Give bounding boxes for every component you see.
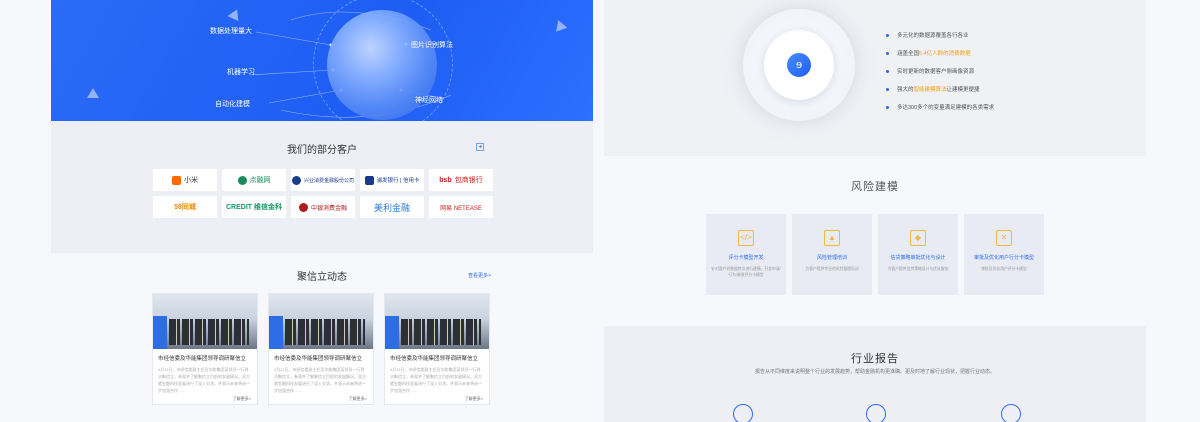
tools-icon: ✕	[996, 230, 1012, 246]
client-logo-netease: 网易 NETEASE	[429, 196, 493, 218]
triangle-decoration	[87, 88, 99, 98]
feature-item: 多元化的数据源覆盖各行各业	[886, 26, 994, 44]
feature-item: 实时更新的数据客户侧画像资源	[886, 62, 994, 80]
trend-chart-icon[interactable]	[733, 404, 753, 422]
risk-card-desc: 为客户提供信贷策略设计与优化服务	[887, 267, 949, 271]
news-title: 聚信立动态	[297, 272, 347, 283]
clients-title: 我们的部分客户	[287, 145, 357, 156]
nav-arrow-icon[interactable]: ◂	[476, 143, 484, 151]
client-logo-label: 浦发银行 | 信用卡	[376, 178, 420, 184]
right-panel: ɘ 多元化的数据源覆盖各行各业 涵盖全国 5.4亿人群的消费数据 实时更新的数据客…	[604, 0, 1146, 422]
risk-card-desc: 审批及优化用户评分卡模型	[981, 267, 1027, 271]
report-subtitle: 报告从不同维度来说明整个行业的发展趋势，帮助金融机构更准确、更及时地了解行业现状…	[754, 369, 995, 375]
risk-card[interactable]: ✕ 审批及优化用户行分卡模型 审批及优化用户评分卡模型	[964, 214, 1044, 295]
feature-item: 多达300多个的变量满足建模的各类需求	[886, 98, 994, 116]
learn-more-link[interactable]: 了解更多>	[385, 394, 489, 402]
risk-card-title: 审批及优化用户行分卡模型	[973, 255, 1034, 261]
code-icon: </>	[738, 230, 754, 246]
hero-label-neural-network: 神经网络	[415, 97, 443, 104]
brand-logo-icon: ɘ	[787, 53, 811, 77]
hero-label-auto-modeling: 自动化建模	[215, 101, 250, 108]
feature-item: 涵盖全国 5.4亿人群的消费数据	[886, 44, 994, 62]
pie-chart-icon[interactable]	[1001, 404, 1021, 422]
risk-card[interactable]: ◆ 信贷策略审批优化与设计 为客户提供信贷策略设计与优化服务	[878, 214, 958, 295]
client-logo-label: CREDIT 维信金科	[226, 204, 282, 211]
hero-banner: 数据处理量大 机器学习 自动化建模 图片识别算法 神经网络	[51, 0, 593, 121]
news-card-title[interactable]: 市经信委及华能集团领导调研聚信立	[153, 349, 257, 362]
client-logo-label: 网易 NETEASE	[440, 205, 482, 212]
cube-icon: ◆	[910, 230, 926, 246]
news-photo	[385, 294, 489, 349]
risk-card-list: </> 评分卡模型开发 针对客户的数据特点进行建模，开发申请/行为/催收评分卡模…	[706, 214, 1044, 295]
learn-more-link[interactable]: 了解更多>	[153, 394, 257, 402]
news-card-desc: 4月11日，市经信委副主任及华能集团某领导一行到访聚信立，参观并了解聚信立目前的…	[390, 367, 482, 393]
hero-label-data-volume: 数据处理量大	[210, 28, 252, 35]
feature-item: 强大的 智能建模算法 让建模更便捷	[886, 80, 994, 98]
risk-card-desc: 为客户提供专业的风险管理培训	[805, 267, 859, 271]
news-card[interactable]: 市经信委及华能集团领导调研聚信立 4月11日，市经信委副主任及华能集团某领导一行…	[152, 293, 258, 405]
view-more-link[interactable]: 查看更多>	[468, 272, 491, 279]
client-logo-label: 58同城	[174, 204, 196, 211]
risk-card[interactable]: </> 评分卡模型开发 针对客户的数据特点进行建模，开发申请/行为/催收评分卡模…	[706, 214, 786, 295]
news-card[interactable]: 市经信委及华能集团领导调研聚信立 4月11日，市经信委副主任及华能集团某领导一行…	[384, 293, 490, 405]
client-logo-xiaomi: 小米	[153, 169, 217, 191]
risk-card-title: 风险管理培训	[816, 255, 847, 261]
client-logo-grid: 小米 点融网 兴业消费金融股份公司 浦发银行 | 信用卡 bsb 包商银行 58…	[153, 169, 493, 218]
news-card-list: 市经信委及华能集团领导调研聚信立 4月11日，市经信委副主任及华能集团某领导一行…	[152, 293, 490, 405]
boc-logo-icon	[298, 202, 308, 212]
news-photo	[153, 294, 257, 349]
client-logo-label: 小米	[184, 177, 198, 184]
risk-card-title: 信贷策略审批优化与设计	[890, 255, 946, 261]
client-logo-spdb: 浦发银行 | 信用卡	[360, 169, 424, 191]
page: 数据处理量大 机器学习 自动化建模 图片识别算法 神经网络 我们的部分客户 ◂ …	[0, 0, 1200, 422]
news-card-desc: 4月11日，市经信委副主任及华能集团某领导一行到访聚信立，参观并了解聚信立目前的…	[274, 367, 366, 393]
risk-title: 风险建模	[851, 181, 899, 193]
graduation-cap-icon: ▲	[824, 230, 840, 246]
hero-label-image-recognition: 图片识别算法	[411, 42, 453, 49]
spdb-logo-icon	[364, 175, 374, 185]
news-card-title[interactable]: 市经信委及华能集团领导调研聚信立	[385, 349, 489, 362]
report-title: 行业报告	[851, 353, 899, 365]
hero-label-machine-learning: 机器学习	[227, 69, 255, 76]
client-logo-meili: 美利金融	[360, 196, 424, 218]
clients-section: 我们的部分客户 ◂ 小米 点融网 兴业消费金融股份公司 浦发银行 | 信用卡 b…	[51, 121, 593, 253]
dianrong-logo-icon	[237, 175, 247, 185]
risk-card-desc: 针对客户的数据特点进行建模，开发申请/行为/催收评分卡模型	[711, 267, 781, 277]
client-logo-label: 兴业消费金融股份公司	[303, 177, 354, 184]
client-logo-xingye: 兴业消费金融股份公司	[291, 169, 355, 191]
risk-card[interactable]: ▲ 风险管理培训 为客户提供专业的风险管理培训	[792, 214, 872, 295]
news-photo	[269, 294, 373, 349]
money-bag-icon[interactable]	[866, 404, 886, 422]
industry-report-section: 行业报告 报告从不同维度来说明整个行业的发展趋势，帮助金融机构更准确、更及时地了…	[604, 326, 1146, 422]
client-logo-label: 中银消费金融	[310, 205, 347, 212]
news-card[interactable]: 市经信委及华能集团领导调研聚信立 4月11日，市经信委副主任及华能集团某领导一行…	[268, 293, 374, 405]
client-logo-baoshang: bsb 包商银行	[429, 169, 493, 191]
client-logo-58: 58同城	[153, 196, 217, 218]
feature-list: 多元化的数据源覆盖各行各业 涵盖全国 5.4亿人群的消费数据 实时更新的数据客户侧…	[886, 26, 994, 116]
news-section: 聚信立动态 查看更多> 市经信委及华能集团领导调研聚信立 4月11日，市经信委副…	[51, 253, 593, 422]
news-card-title[interactable]: 市经信委及华能集团领导调研聚信立	[269, 349, 373, 362]
left-panel: 数据处理量大 机器学习 自动化建模 图片识别算法 神经网络 我们的部分客户 ◂ …	[51, 0, 593, 422]
client-logo-boc: 中银消费金融	[291, 196, 355, 218]
risk-card-title: 评分卡模型开发	[728, 255, 764, 261]
risk-modeling-section: 风险建模 </> 评分卡模型开发 针对客户的数据特点进行建模，开发申请/行为/催…	[604, 156, 1146, 326]
news-card-desc: 4月11日，市经信委副主任及华能集团某领导一行到访聚信立，参观并了解聚信立目前的…	[158, 367, 250, 393]
client-logo-label: 点融网	[249, 177, 271, 184]
client-logo-label: 美利金融	[373, 202, 410, 213]
data-features-section: ɘ 多元化的数据源覆盖各行各业 涵盖全国 5.4亿人群的消费数据 实时更新的数据客…	[604, 0, 1146, 156]
client-logo-dianrong: 点融网	[222, 169, 286, 191]
client-logo-credit: CREDIT 维信金科	[222, 196, 286, 218]
xingye-logo-icon	[291, 175, 301, 185]
client-logo-label: 包商银行	[454, 177, 483, 184]
learn-more-link[interactable]: 了解更多>	[269, 394, 373, 402]
xiaomi-logo-icon	[172, 175, 181, 185]
